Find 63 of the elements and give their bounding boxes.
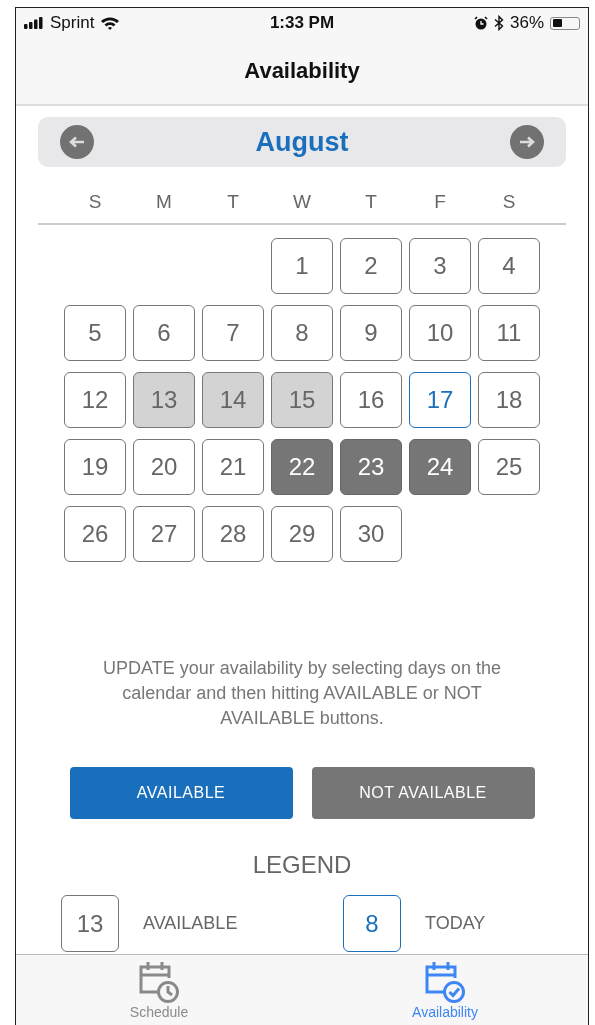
calendar-day[interactable]: 8	[271, 305, 333, 361]
signal-icon	[24, 17, 44, 29]
calendar-day[interactable]: 30	[340, 506, 402, 562]
calendar-day[interactable]: 28	[202, 506, 264, 562]
calendar-day[interactable]: 5	[64, 305, 126, 361]
weekday-label: T	[365, 191, 377, 213]
weekday-label: M	[156, 191, 172, 213]
previous-month-button[interactable]	[60, 125, 94, 159]
bluetooth-icon	[493, 15, 504, 31]
calendar-day[interactable]: 14	[202, 372, 264, 428]
weekday-label: F	[434, 191, 446, 213]
carrier-name: Sprint	[50, 13, 95, 33]
calendar-day[interactable]: 7	[202, 305, 264, 361]
calendar-day[interactable]: 12	[64, 372, 126, 428]
calendar-day[interactable]: 23	[340, 439, 402, 495]
calendar-day[interactable]: 26	[64, 506, 126, 562]
alarm-clock-icon	[473, 16, 488, 30]
weekday-label: S	[502, 191, 516, 213]
right-arrow-icon	[519, 136, 535, 148]
calendar-day[interactable]: 18	[478, 372, 540, 428]
calendar-clock-icon	[139, 960, 179, 1006]
wifi-icon	[100, 16, 121, 30]
weekday-label: T	[227, 191, 239, 213]
calendar-day[interactable]: 3	[409, 238, 471, 294]
screen-title: Availability	[244, 58, 360, 84]
legend-sample: 8	[343, 895, 401, 952]
calendar-day[interactable]: 19	[64, 439, 126, 495]
calendar-day[interactable]: 11	[478, 305, 540, 361]
calendar-day[interactable]: 20	[133, 439, 195, 495]
legend-sample: 13	[61, 895, 119, 952]
available-button[interactable]: AVAILABLE	[69, 767, 293, 819]
next-month-button[interactable]	[510, 125, 544, 159]
legend-label: TODAY	[425, 913, 486, 934]
tab-item[interactable]: Schedule	[16, 955, 302, 1025]
calendar-day[interactable]: 27	[133, 506, 195, 562]
calendar-day[interactable]: 4	[478, 238, 540, 294]
calendar-day[interactable]: 17	[409, 372, 471, 428]
calendar-check-icon	[425, 960, 465, 1006]
calendar-day[interactable]: 16	[340, 372, 402, 428]
calendar-day[interactable]: 9	[340, 305, 402, 361]
weekday-label: S	[88, 191, 102, 213]
battery-percent: 36%	[509, 13, 544, 33]
month-title: August	[255, 126, 349, 158]
tab-item[interactable]: Availability	[302, 955, 588, 1025]
status-time: 1:33 PM	[269, 13, 335, 33]
instructions-text: UPDATE your availability by selecting days on the calendar and then hitting AVAILABLE or NOT AVAILABLE buttons.	[102, 657, 502, 730]
calendar-day[interactable]: 10	[409, 305, 471, 361]
not-available-button[interactable]: NOT AVAILABLE	[311, 767, 535, 819]
calendar-day[interactable]: 2	[340, 238, 402, 294]
calendar-day[interactable]: 29	[271, 506, 333, 562]
calendar-day[interactable]: 15	[271, 372, 333, 428]
left-arrow-icon	[69, 136, 85, 148]
weekday-label: W	[293, 191, 311, 213]
calendar-day[interactable]: 6	[133, 305, 195, 361]
calendar-day[interactable]: 24	[409, 439, 471, 495]
battery-icon	[550, 16, 580, 30]
legend-label: AVAILABLE	[143, 913, 238, 934]
legend-title: LEGEND	[252, 851, 352, 879]
calendar-day[interactable]: 1	[271, 238, 333, 294]
calendar-day[interactable]: 22	[271, 439, 333, 495]
calendar-day[interactable]: 21	[202, 439, 264, 495]
calendar-day[interactable]: 25	[478, 439, 540, 495]
calendar-day[interactable]: 13	[133, 372, 195, 428]
